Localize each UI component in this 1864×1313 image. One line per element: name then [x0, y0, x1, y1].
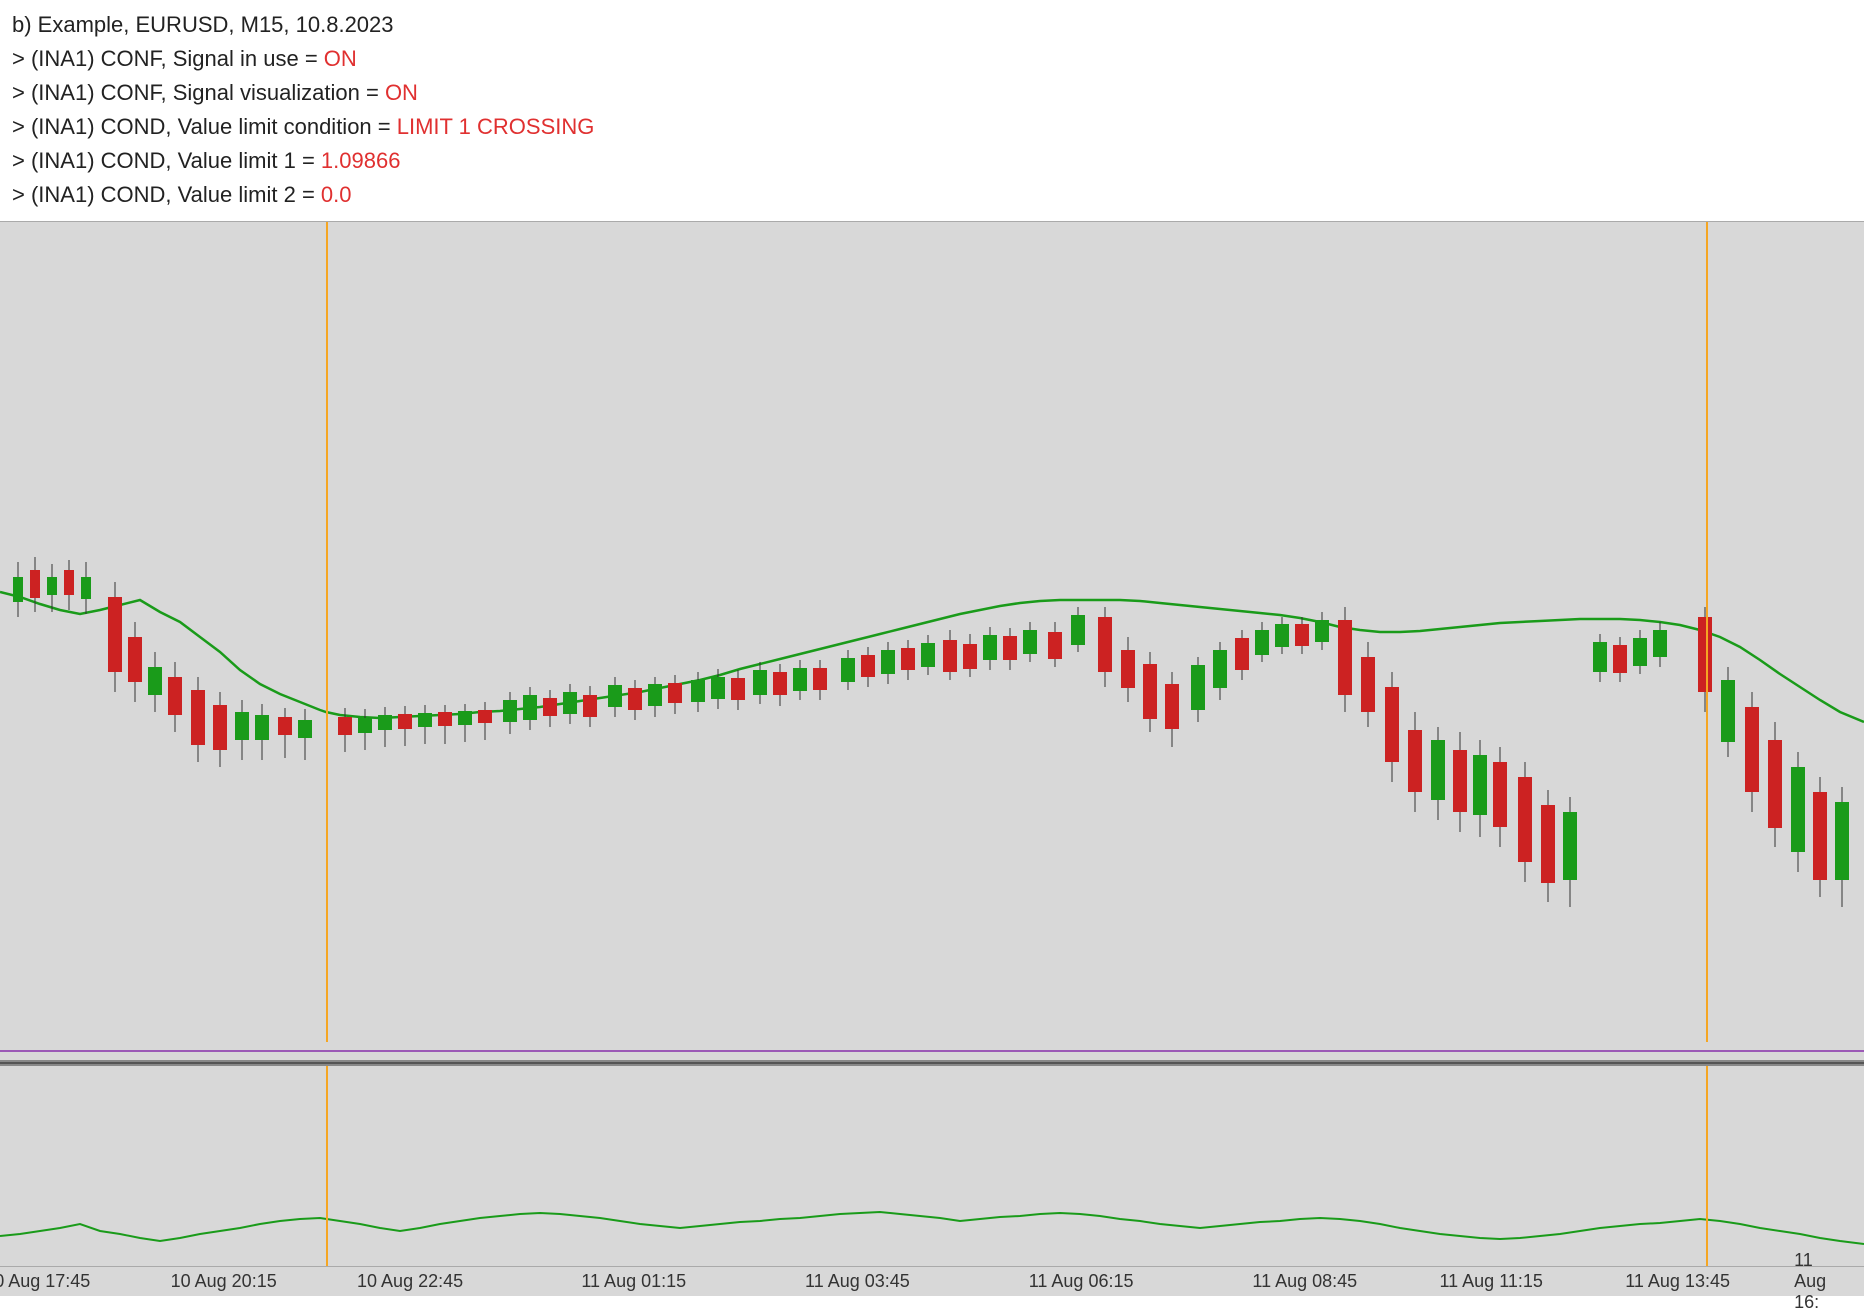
limit2-line: > (INA1) COND, Value limit 2 = 0.0 — [12, 178, 1852, 212]
signal-viz-prefix: > (INA1) CONF, Signal visualization = — [12, 80, 385, 105]
signal-in-use-prefix: > (INA1) CONF, Signal in use = — [12, 46, 324, 71]
signal-viz-value: ON — [385, 80, 418, 105]
limit2-prefix: > (INA1) COND, Value limit 2 = — [12, 182, 321, 207]
x-label-1: 10 Aug 20:15 — [171, 1271, 277, 1292]
limit-condition-value: LIMIT 1 CROSSING — [397, 114, 595, 139]
x-label-6: 11 Aug 08:45 — [1252, 1271, 1357, 1292]
limit1-value: 1.09866 — [321, 148, 401, 173]
sub-orange-vline-1 — [326, 1066, 328, 1266]
x-label-0: 10 Aug 17:45 — [0, 1271, 90, 1292]
info-panel: b) Example, EURUSD, M15, 10.8.2023 > (IN… — [0, 0, 1864, 221]
main-chart — [0, 222, 1864, 1042]
x-label-5: 11 Aug 06:15 — [1029, 1271, 1134, 1292]
sub-orange-vline-2 — [1706, 1066, 1708, 1266]
x-label-7: 11 Aug 11:15 — [1439, 1271, 1542, 1292]
purple-line-area — [0, 1042, 1864, 1060]
limit1-line: > (INA1) COND, Value limit 1 = 1.09866 — [12, 144, 1852, 178]
limit-condition-line: > (INA1) COND, Value limit condition = L… — [12, 110, 1852, 144]
sub-chart — [0, 1066, 1864, 1266]
limit-condition-prefix: > (INA1) COND, Value limit condition = — [12, 114, 397, 139]
purple-line — [0, 1050, 1864, 1052]
x-label-4: 11 Aug 03:45 — [805, 1271, 910, 1292]
x-label-3: 11 Aug 01:15 — [581, 1271, 686, 1292]
orange-vline-1 — [326, 222, 328, 1042]
signal-viz-line: > (INA1) CONF, Signal visualization = ON — [12, 76, 1852, 110]
limit1-prefix: > (INA1) COND, Value limit 1 = — [12, 148, 321, 173]
signal-in-use-value: ON — [324, 46, 357, 71]
x-axis: 10 Aug 17:45 10 Aug 20:15 10 Aug 22:45 1… — [0, 1266, 1864, 1296]
chart-title: b) Example, EURUSD, M15, 10.8.2023 — [12, 8, 1852, 42]
signal-in-use-line: > (INA1) CONF, Signal in use = ON — [12, 42, 1852, 76]
orange-vline-2 — [1706, 222, 1708, 1042]
sub-chart-svg — [0, 1066, 1864, 1266]
limit2-value: 0.0 — [321, 182, 352, 207]
x-label-9: 11 Aug 16: — [1794, 1250, 1841, 1313]
x-label-8: 11 Aug 13:45 — [1625, 1271, 1730, 1292]
x-label-2: 10 Aug 22:45 — [357, 1271, 463, 1292]
chart-area: 10 Aug 17:45 10 Aug 20:15 10 Aug 22:45 1… — [0, 221, 1864, 1296]
main-chart-svg — [0, 222, 1864, 1042]
